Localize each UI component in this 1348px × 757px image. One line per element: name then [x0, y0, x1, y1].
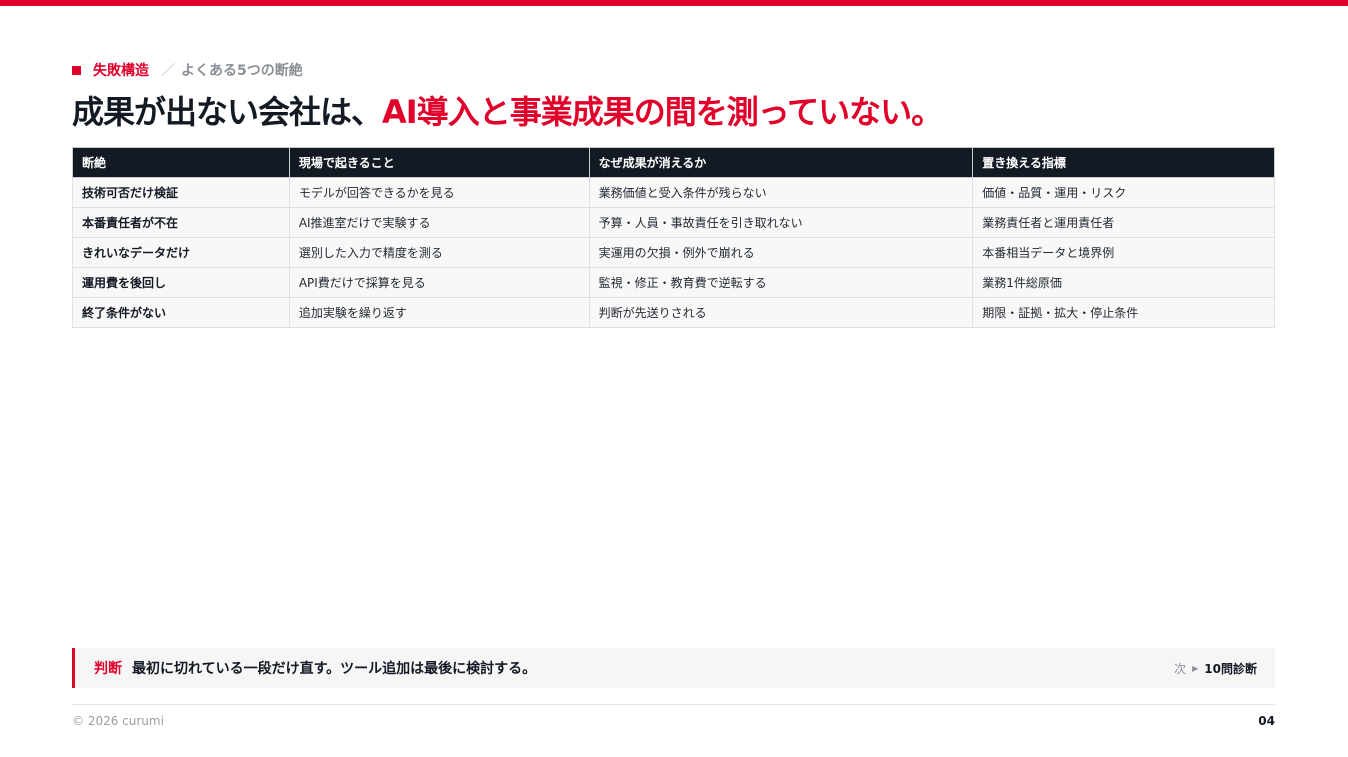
title-plain: 成果が出ない会社は、	[72, 93, 383, 131]
table-cell: 技術可否だけ検証	[72, 177, 290, 208]
table-cell: 期限・証拠・拡大・停止条件	[972, 297, 1275, 328]
table-cell: 実運用の欠損・例外で崩れる	[588, 237, 974, 268]
column-header: なぜ成果が消えるか	[588, 147, 974, 178]
table-row: 終了条件がない 追加実験を繰り返す 判断が先送りされる 期限・証拠・拡大・停止条…	[72, 297, 1275, 328]
table-cell: AI推進室だけで実験する	[288, 207, 590, 238]
table-cell: モデルが回答できるかを見る	[288, 177, 590, 208]
footer-divider	[72, 704, 1275, 705]
play-arrow-icon: ▶	[1192, 663, 1199, 673]
table-cell: 判断が先送りされる	[588, 297, 974, 328]
table-cell: 予算・人員・事故責任を引き取れない	[588, 207, 974, 238]
page-title: 成果が出ない会社は、AI導入と事業成果の間を測っていない。	[72, 90, 943, 134]
table-cell: 終了条件がない	[72, 297, 290, 328]
kicker-subtitle: よくある5つの断絶	[181, 63, 303, 79]
table-cell: 監視・修正・教育費で逆転する	[588, 267, 974, 298]
table-row: 技術可否だけ検証 モデルが回答できるかを見る 業務価値と受入条件が残らない 価値…	[72, 177, 1275, 208]
failure-matrix-table: 断絶 現場で起きること なぜ成果が消えるか 置き換える指標 技術可否だけ検証 モ…	[72, 147, 1275, 328]
table-cell: 選別した入力で精度を測る	[288, 237, 590, 268]
table-row: 運用費を後回し API費だけで採算を見る 監視・修正・教育費で逆転する 業務1件…	[72, 267, 1275, 298]
table-row: きれいなデータだけ 選別した入力で精度を測る 実運用の欠損・例外で崩れる 本番相…	[72, 237, 1275, 268]
section-kicker: 失敗構造 ／ よくある5つの断絶	[72, 60, 303, 80]
table-cell: 価値・品質・運用・リスク	[972, 177, 1275, 208]
page-number: 04	[1258, 714, 1275, 728]
verdict-text: 最初に切れている一段だけ直す。ツール追加は最後に検討する。	[132, 661, 537, 677]
table-cell: 本番責任者が不在	[72, 207, 290, 238]
next-target: 10問診断	[1204, 661, 1257, 676]
kicker-label: 失敗構造	[93, 63, 149, 79]
table-header-row: 断絶 現場で起きること なぜ成果が消えるか 置き換える指標	[72, 147, 1275, 178]
table-cell: 本番相当データと境界例	[972, 237, 1275, 268]
table-cell: 業務価値と受入条件が残らない	[588, 177, 974, 208]
verdict-label: 判断	[94, 661, 122, 677]
table-row: 本番責任者が不在 AI推進室だけで実験する 予算・人員・事故責任を引き取れない …	[72, 207, 1275, 238]
square-bullet-icon	[72, 65, 81, 75]
next-section-link[interactable]: 次 ▶ 10問診断	[1174, 660, 1257, 677]
column-header: 置き換える指標	[972, 147, 1275, 178]
top-accent-bar	[0, 0, 1348, 6]
table-cell: 運用費を後回し	[72, 267, 290, 298]
table-cell: API費だけで採算を見る	[288, 267, 590, 298]
copyright: © 2026 curumi	[72, 714, 164, 728]
kicker-separator: ／	[161, 63, 175, 79]
next-label: 次	[1174, 661, 1187, 676]
table-cell: 業務1件総原価	[972, 267, 1275, 298]
verdict-callout: 判断 最初に切れている一段だけ直す。ツール追加は最後に検討する。 次 ▶ 10問…	[72, 648, 1275, 688]
table-cell: 追加実験を繰り返す	[288, 297, 590, 328]
title-accent: AI導入と事業成果の間を測っていない。	[382, 93, 943, 131]
table-cell: きれいなデータだけ	[72, 237, 290, 268]
column-header: 現場で起きること	[288, 147, 590, 178]
column-header: 断絶	[72, 147, 290, 178]
table-cell: 業務責任者と運用責任者	[972, 207, 1275, 238]
